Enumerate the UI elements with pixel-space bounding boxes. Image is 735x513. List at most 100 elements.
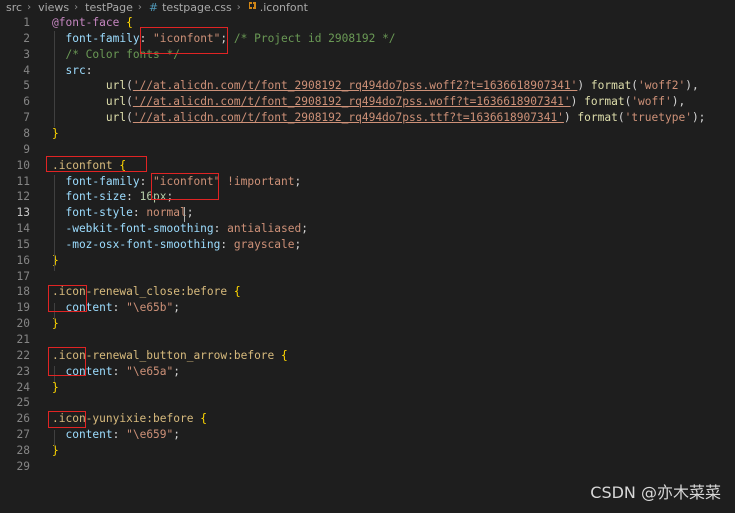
line-number: 11 — [16, 174, 30, 188]
breadcrumb-item-file[interactable]: testpage.css — [158, 1, 232, 14]
code-token: 'woff' — [631, 95, 672, 109]
code-line[interactable]: 17 — [0, 269, 735, 285]
code-token: url — [52, 111, 127, 125]
line-number: 3 — [23, 47, 30, 61]
breadcrumb-item-src[interactable]: src — [0, 1, 22, 14]
code-line[interactable]: 26 .icon-yunyixie:before { — [0, 411, 735, 427]
code-line[interactable]: 19 content: "\e65b"; — [0, 300, 735, 316]
line-number: 18 — [16, 285, 30, 299]
code-token: -moz-osx-font-smoothing — [52, 237, 221, 251]
code-line[interactable]: 1 @font-face { — [0, 15, 735, 31]
watermark: CSDN @亦木菜菜 — [590, 483, 721, 502]
code-line[interactable]: 27 content: "\e659"; — [0, 427, 735, 443]
line-number: 7 — [23, 111, 30, 125]
code-line[interactable]: 15 -moz-osx-font-smoothing: grayscale; — [0, 237, 735, 253]
code-line[interactable]: 14 -webkit-font-smoothing: antialiased; — [0, 221, 735, 237]
code-token: src — [52, 63, 86, 77]
code-line[interactable]: 24} — [0, 380, 735, 396]
line-number: 13 — [16, 206, 30, 220]
code-text: font-style: normal; — [52, 205, 193, 221]
line-number: 23 — [16, 364, 30, 378]
code-token: font-family — [52, 174, 140, 188]
symbol-class-icon — [241, 0, 258, 14]
line-number: 12 — [16, 190, 30, 204]
line-number: 14 — [16, 222, 30, 236]
code-editor[interactable]: 1 @font-face {2 font-family: "iconfont"; … — [0, 15, 735, 485]
code-token: } — [52, 380, 59, 394]
code-line[interactable]: 5 url('//at.alicdn.com/t/font_2908192_rq… — [0, 78, 735, 94]
code-token: '//at.alicdn.com/t/font_2908192_rq494do7… — [132, 111, 564, 125]
line-number: 5 — [23, 79, 30, 93]
code-token: : — [220, 237, 234, 251]
code-token: ; — [173, 428, 181, 442]
code-line[interactable]: 21 — [0, 332, 735, 348]
code-line[interactable]: 18 .icon-renewal_close:before { — [0, 284, 735, 300]
code-token: { — [200, 412, 207, 426]
code-token: ( — [126, 111, 133, 125]
line-number: 28 — [16, 443, 30, 457]
code-token: grayscale — [233, 237, 295, 251]
code-token: font-size — [52, 190, 127, 204]
code-token: { — [281, 348, 288, 362]
line-number: 26 — [16, 412, 30, 426]
code-line[interactable]: 6 url('//at.alicdn.com/t/font_2908192_rq… — [0, 94, 735, 110]
code-text: } — [52, 443, 59, 459]
code-text: } — [52, 126, 59, 142]
code-token: : — [126, 190, 140, 204]
line-number: 8 — [23, 126, 30, 140]
code-token: content — [52, 428, 113, 442]
code-token: format — [590, 79, 632, 93]
code-token: ); — [691, 111, 706, 125]
code-text: -webkit-font-smoothing: antialiased; — [52, 221, 308, 237]
code-line[interactable]: 11 font-family: "iconfont" !important; — [0, 174, 735, 190]
code-text: src: — [52, 63, 92, 79]
code-text: url('//at.alicdn.com/t/font_2908192_rq49… — [52, 94, 685, 110]
code-line[interactable]: 8} — [0, 126, 735, 142]
code-line[interactable]: 12 font-size: 16px; — [0, 189, 735, 205]
code-line[interactable]: 28} — [0, 443, 735, 459]
code-token: { — [233, 285, 241, 299]
code-token: ( — [617, 111, 625, 125]
code-line[interactable]: 25 — [0, 395, 735, 411]
annotation-box-icon-prefix-3 — [48, 411, 86, 428]
code-token: ; — [173, 364, 181, 378]
breadcrumb-item-views[interactable]: views — [31, 1, 69, 14]
code-token: 'truetype' — [624, 111, 692, 125]
line-number: 22 — [16, 348, 30, 362]
code-line[interactable]: 7 url('//at.alicdn.com/t/font_2908192_rq… — [0, 110, 735, 126]
code-token: ( — [126, 79, 133, 93]
line-number: 20 — [16, 317, 30, 331]
code-line[interactable]: 22 .icon-renewal_button_arrow:before { — [0, 348, 735, 364]
code-line[interactable]: 13 font-style: normal; — [0, 205, 735, 221]
code-token: { — [126, 16, 133, 29]
code-token: : — [112, 364, 127, 378]
code-line[interactable]: 23 content: "\e65a"; — [0, 364, 735, 380]
code-token: ( — [126, 95, 133, 109]
code-line[interactable]: 3 /* Color fonts */ — [0, 47, 735, 63]
breadcrumb-item-testpage[interactable]: testPage — [78, 1, 133, 14]
annotation-box-iconfont-family — [151, 173, 219, 200]
line-number: 2 — [23, 31, 30, 45]
code-line[interactable]: 16} — [0, 253, 735, 269]
code-token: '//at.alicdn.com/t/font_2908192_rq494do7… — [132, 95, 571, 109]
code-token: ) — [570, 95, 585, 109]
code-token: : — [112, 428, 127, 442]
code-line[interactable]: 20} — [0, 316, 735, 332]
code-text: } — [52, 380, 59, 396]
code-text: -moz-osx-font-smoothing: grayscale; — [52, 237, 301, 253]
line-number: 19 — [16, 301, 30, 315]
indent-guide — [54, 31, 55, 127]
code-token: 'woff2' — [638, 79, 686, 93]
code-line[interactable]: 2 font-family: "iconfont"; /* Project id… — [0, 31, 735, 47]
code-token: : — [213, 222, 228, 236]
code-line[interactable]: 4 src: — [0, 63, 735, 79]
indent-guide — [54, 430, 55, 446]
code-token: url — [52, 79, 127, 93]
chevron-right-icon: › — [236, 1, 241, 13]
breadcrumb-item-symbol[interactable]: .iconfont — [258, 1, 308, 14]
code-text: } — [52, 316, 59, 332]
annotation-box-fontface-family — [140, 27, 228, 54]
code-token: -webkit-font-smoothing — [52, 222, 214, 236]
code-line[interactable]: 29 — [0, 459, 735, 475]
